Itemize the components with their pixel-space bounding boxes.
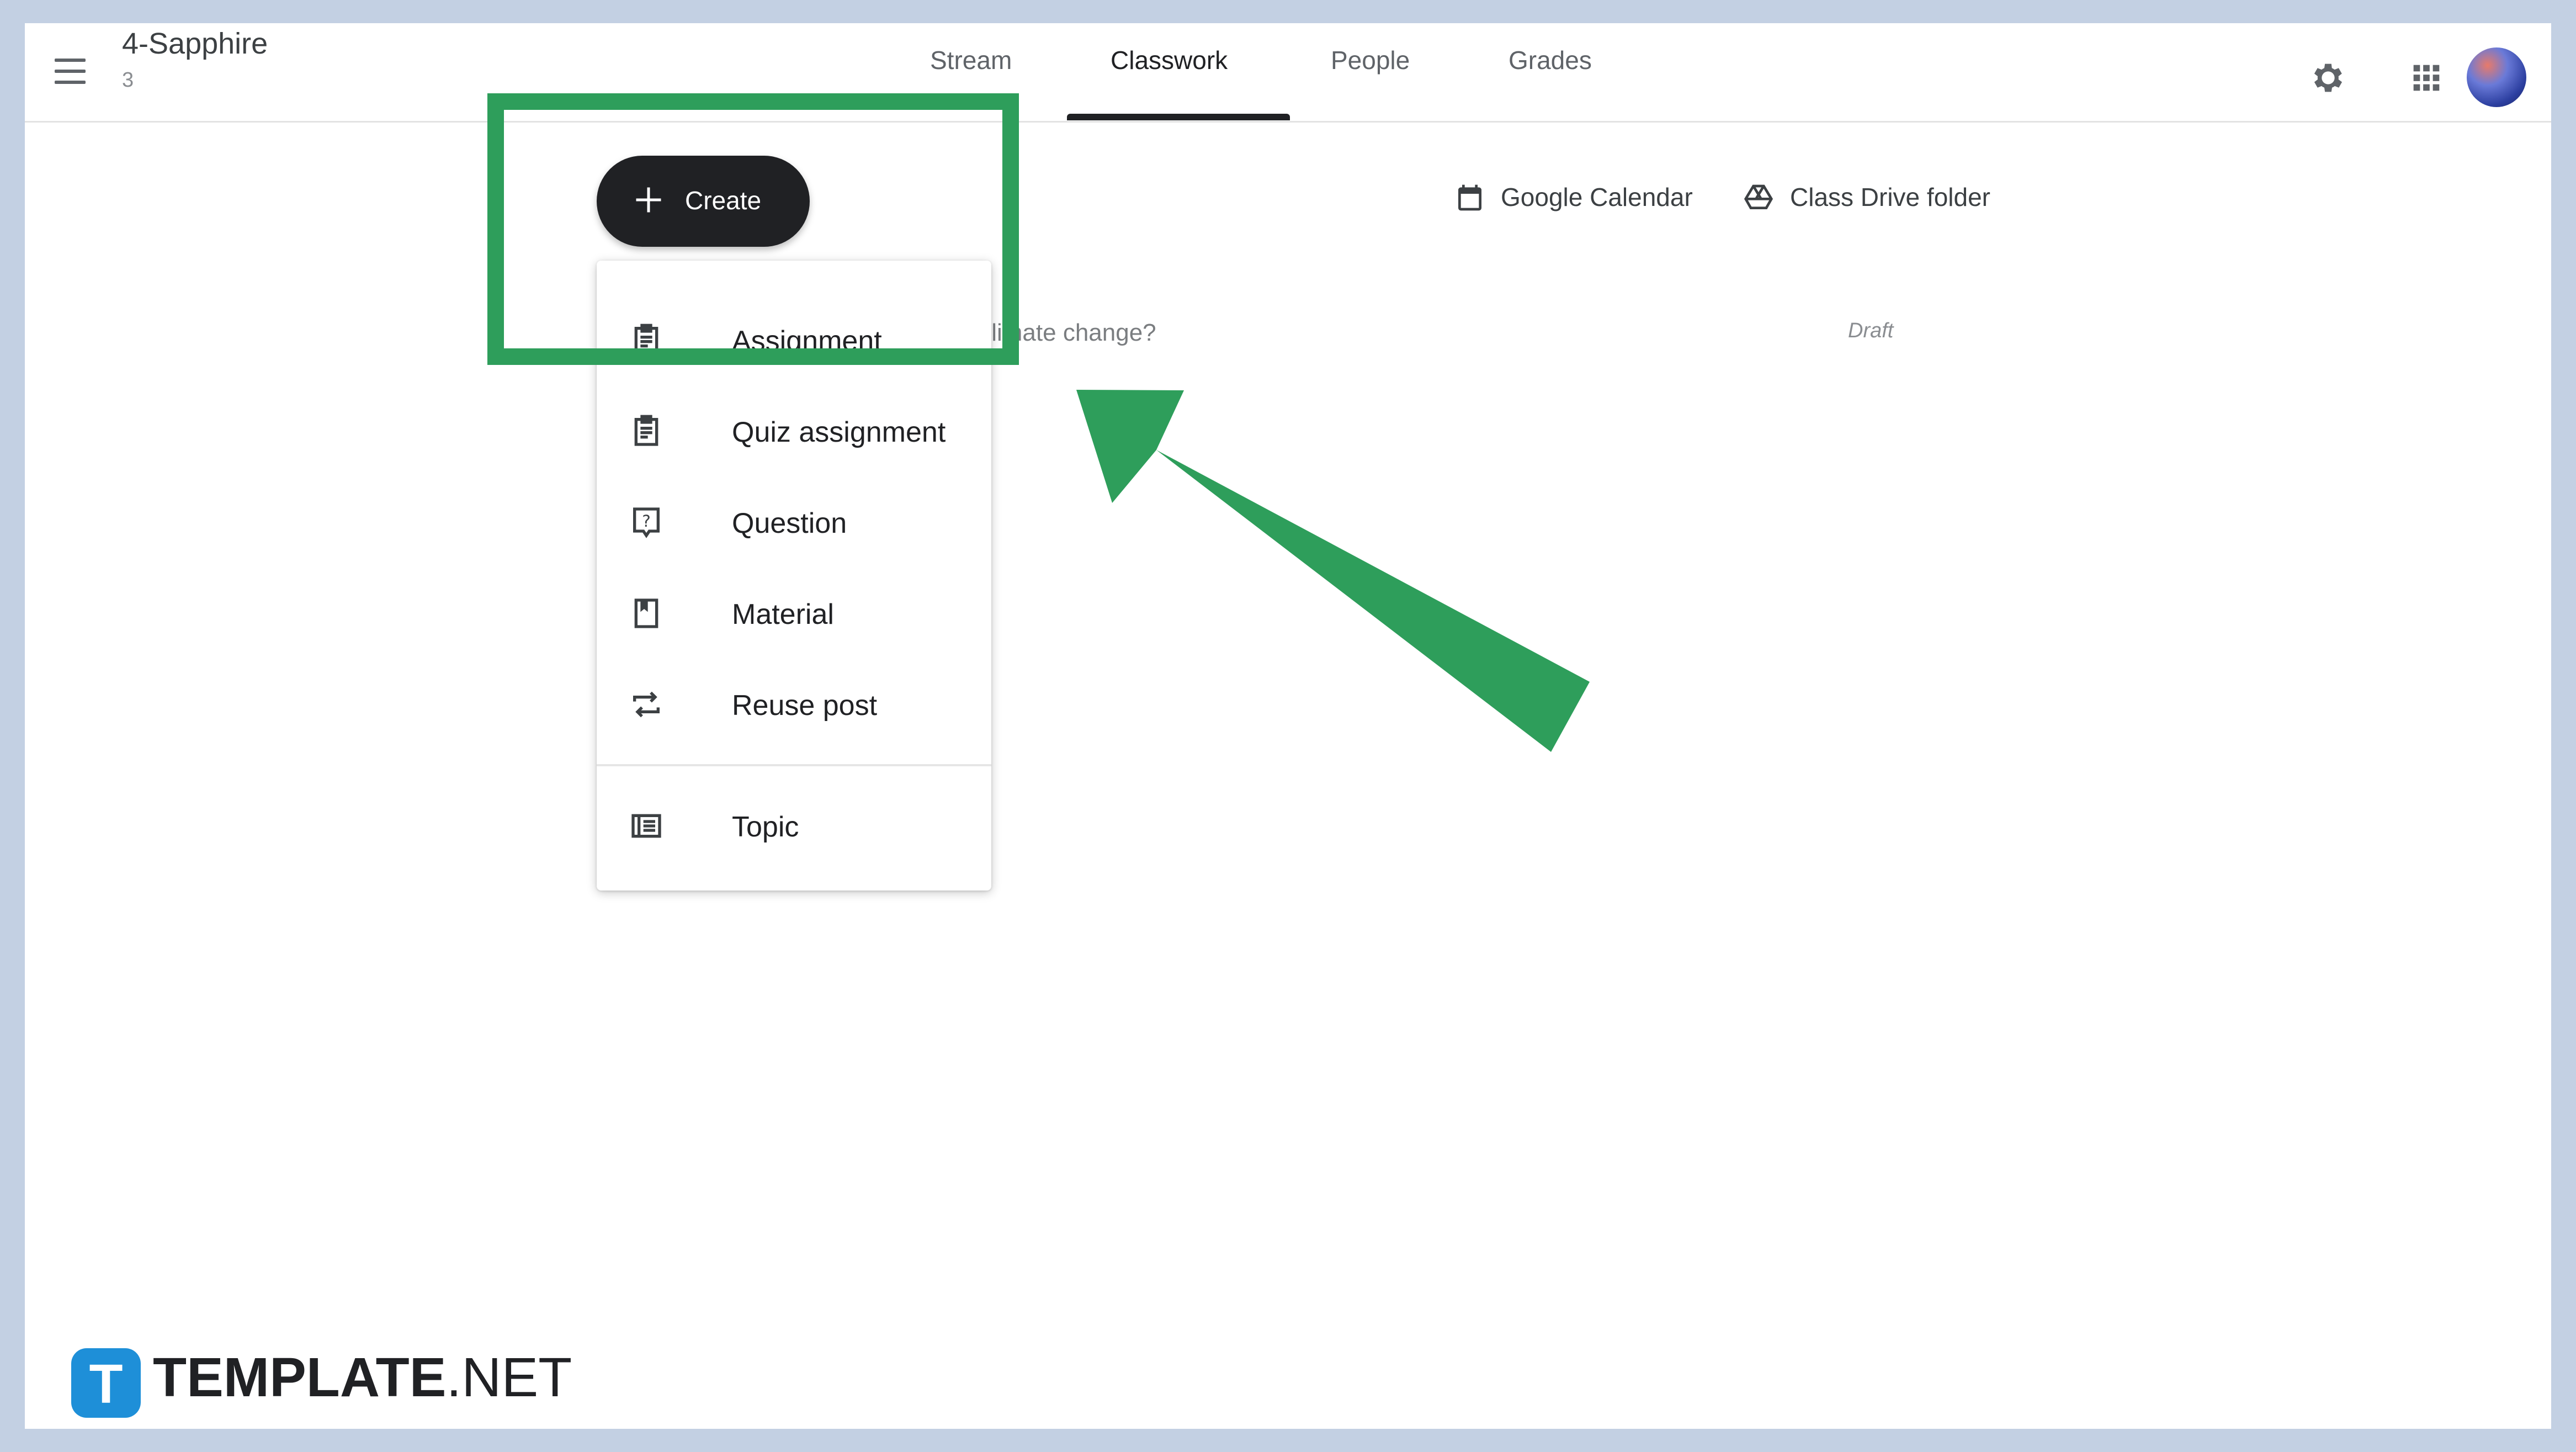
tab-people[interactable]: People — [1331, 45, 1410, 75]
pointer-arrow — [1076, 390, 1590, 752]
material-icon — [634, 598, 658, 628]
question-icon: ? — [633, 507, 660, 538]
template-logo: T — [71, 1348, 141, 1418]
topic-icon — [631, 814, 661, 838]
menu-item-quiz-assignment[interactable]: Quiz assignment — [597, 390, 991, 468]
menu-item-reuse-post[interactable]: Reuse post — [597, 664, 991, 741]
class-drive-folder-link[interactable]: Class Drive folder — [1790, 182, 1990, 212]
tab-grades[interactable]: Grades — [1509, 45, 1592, 75]
menu-item-label: Topic — [732, 811, 799, 843]
class-name[interactable]: 4-Sapphire — [122, 27, 268, 61]
apps-grid-icon[interactable] — [2407, 59, 2446, 97]
classroom-window: 4-Sapphire 3 Stream Classwork People Gra… — [25, 23, 2551, 1429]
top-app-bar: 4-Sapphire 3 Stream Classwork People Gra… — [25, 23, 2551, 123]
menu-item-label: Material — [732, 598, 834, 630]
reuse-icon — [633, 691, 660, 718]
highlight-box — [487, 93, 1019, 365]
classwork-item-status: Draft — [1848, 319, 1894, 342]
menu-item-question[interactable]: ? Question — [597, 481, 991, 559]
class-section: 3 — [122, 68, 134, 92]
menu-item-label: Quiz assignment — [732, 416, 946, 448]
active-tab-indicator — [1067, 114, 1290, 120]
tab-stream[interactable]: Stream — [930, 45, 1012, 75]
drive-icon — [1744, 184, 1773, 209]
menu-item-topic[interactable]: Topic — [597, 785, 991, 862]
google-calendar-link[interactable]: Google Calendar — [1501, 182, 1693, 212]
quiz-icon — [634, 415, 658, 446]
tab-classwork[interactable]: Classwork — [1111, 45, 1228, 75]
menu-icon[interactable] — [48, 50, 92, 94]
gear-icon[interactable] — [2309, 59, 2347, 97]
calendar-icon — [1458, 184, 1481, 211]
svg-text:?: ? — [642, 512, 651, 531]
menu-divider — [597, 764, 991, 766]
avatar[interactable] — [2467, 47, 2526, 107]
menu-item-material[interactable]: Material — [597, 573, 991, 650]
menu-item-label: Question — [732, 507, 847, 539]
menu-item-label: Reuse post — [732, 690, 878, 722]
template-brand: TEMPLATE.NET — [153, 1347, 572, 1408]
